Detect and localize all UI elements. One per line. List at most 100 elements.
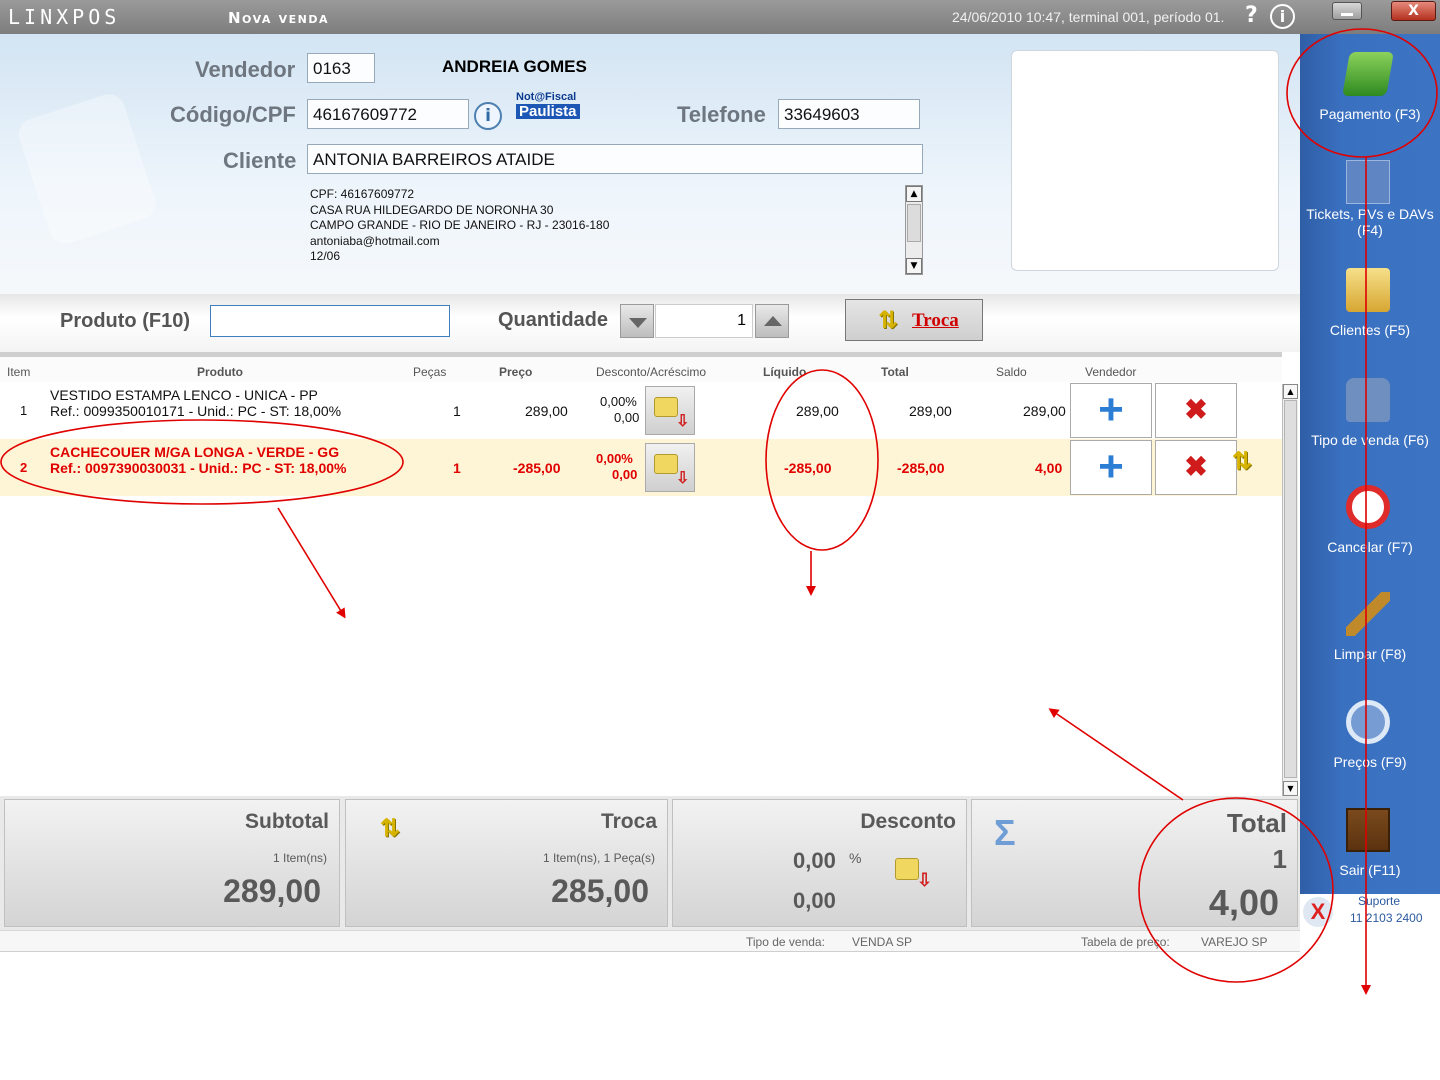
sidebar-item-label: Tipo de venda (F6): [1311, 432, 1429, 448]
scroll-thumb[interactable]: [907, 204, 921, 242]
action-sidebar: Pagamento (F3) Tickets, PVs e DAVs (F4) …: [1300, 34, 1440, 894]
sidebar-item-limpar[interactable]: Limpar (F8): [1300, 584, 1440, 689]
sale-type-label: Tipo de venda:: [746, 935, 825, 949]
folder-icon: [654, 397, 678, 417]
row-discount-button[interactable]: ⇩: [645, 386, 695, 435]
scroll-up-icon[interactable]: ▲: [906, 186, 922, 202]
client-detail-cpf: CPF: 46167609772: [310, 187, 415, 201]
grand-total-value: 4,00: [1208, 882, 1279, 923]
linx-logo-icon: X: [1303, 897, 1333, 927]
grid-header: Item Produto Peças Preço Desconto/Acrésc…: [0, 352, 1282, 382]
tickets-icon: [1346, 160, 1390, 204]
items-grid: Item Produto Peças Preço Desconto/Acrésc…: [0, 352, 1300, 796]
col-produto: Produto: [197, 365, 243, 379]
row-add-seller-button[interactable]: +: [1070, 383, 1152, 438]
grand-total-label: Total: [1226, 808, 1287, 838]
col-desconto: Desconto/Acréscimo: [596, 365, 707, 379]
grand-total-box: Σ Total 1 4,00: [971, 799, 1298, 927]
subtotal-items: 1 Item(ns): [272, 851, 327, 865]
scroll-up-icon[interactable]: ▲: [1283, 384, 1298, 399]
client-label: Cliente: [223, 148, 297, 173]
sidebar-item-clientes[interactable]: Clientes (F5): [1300, 260, 1440, 365]
row-product-desc: VESTIDO ESTAMPA LENCO - UNICA - PP: [50, 387, 318, 403]
nfp-logo-bottom: Paulista: [516, 104, 580, 119]
sale-type-value: VENDA SP: [852, 935, 913, 949]
exchange-icon: ⇅: [380, 815, 401, 842]
product-input[interactable]: [210, 305, 450, 337]
phone-label: Telefone: [677, 102, 766, 127]
product-label: Produto (F10): [60, 310, 190, 332]
quantity-label: Quantidade: [498, 309, 609, 331]
row-total: -285,00: [897, 460, 945, 476]
sidebar-item-label: Limpar (F8): [1333, 646, 1407, 662]
down-arrow-icon: ⇩: [676, 470, 690, 487]
sidebar-item-label: Clientes (F5): [1329, 322, 1411, 338]
row-discount-pct: 0,00%: [596, 451, 633, 466]
totals-bar: Subtotal 1 Item(ns) 289,00 ⇅ Troca 1 Ite…: [0, 796, 1300, 930]
client-details-scrollbar[interactable]: ▲ ▼: [905, 185, 923, 275]
terminal-status: 24/06/2010 10:47, terminal 001, período …: [952, 9, 1225, 25]
row-delete-button[interactable]: ✖: [1155, 383, 1237, 438]
discount-button[interactable]: ⇩: [891, 850, 937, 896]
row-item-number: 1: [20, 403, 28, 418]
client-details: CPF: 46167609772 CASA RUA HILDEGARDO DE …: [310, 187, 900, 277]
row-preco: -285,00: [513, 460, 561, 476]
sidebar-item-tipo-venda[interactable]: Tipo de venda (F6): [1300, 370, 1440, 475]
row-add-seller-button[interactable]: +: [1070, 440, 1152, 495]
exchange-icon: ⇅: [1232, 448, 1253, 475]
discount-value: 0,00: [793, 888, 836, 913]
price-search-icon: [1346, 700, 1390, 744]
close-button[interactable]: X: [1391, 1, 1436, 21]
table-row[interactable]: 1 VESTIDO ESTAMPA LENCO - UNICA - PP Ref…: [0, 382, 1282, 439]
sidebar-item-precos[interactable]: Preços (F9): [1300, 692, 1440, 797]
customer-panel: Vendedor 0163 ANDREIA GOMES Código/CPF 4…: [0, 34, 1300, 294]
troca-button[interactable]: ⇅ Troca: [845, 299, 983, 341]
help-icon[interactable]: ?: [1245, 3, 1258, 28]
table-row[interactable]: 2 CACHECOUER M/GA LONGA - VERDE - GG Ref…: [0, 439, 1282, 496]
row-discount-button[interactable]: ⇩: [645, 443, 695, 492]
subtotal-box: Subtotal 1 Item(ns) 289,00: [4, 799, 340, 927]
col-vendedor: Vendedor: [1085, 365, 1137, 379]
client-detail-email: antoniaba@hotmail.com: [310, 233, 440, 248]
row-delete-button[interactable]: ✖: [1155, 440, 1237, 495]
cpf-field[interactable]: 46167609772: [307, 99, 469, 129]
quantity-increase-button[interactable]: [755, 304, 789, 338]
phone-field[interactable]: 33649603: [778, 99, 920, 129]
sidebar-item-pagamento[interactable]: Pagamento (F3): [1300, 44, 1440, 149]
support-label: Suporte: [1358, 894, 1401, 908]
exchange-icon: ⇅: [878, 306, 899, 334]
sidebar-item-sair[interactable]: Sair (F11): [1300, 800, 1440, 905]
title-bar: LINXPOS Nova venda 24/06/2010 10:47, ter…: [0, 0, 1440, 34]
scroll-down-icon[interactable]: ▼: [906, 258, 922, 274]
troca-total-value: 285,00: [551, 873, 649, 909]
quantity-input[interactable]: 1: [655, 304, 753, 338]
clients-icon: [1346, 268, 1390, 312]
screen-title: Nova venda: [228, 9, 329, 27]
col-total: Total: [881, 365, 909, 379]
minimize-button[interactable]: [1332, 2, 1362, 20]
info-icon[interactable]: i: [1270, 4, 1295, 29]
row-discount-value: 0,00: [612, 467, 638, 482]
support-info: X Suporte 11 2103 2400: [1300, 894, 1440, 930]
sidebar-item-tickets[interactable]: Tickets, PVs e DAVs (F4): [1300, 152, 1440, 257]
quantity-decrease-button[interactable]: [620, 304, 654, 338]
nota-fiscal-paulista-logo: Not@Fiscal Paulista: [516, 91, 580, 123]
sidebar-item-cancelar[interactable]: Cancelar (F7): [1300, 477, 1440, 582]
product-entry-bar: Produto (F10) Quantidade 1 ⇅ Troca: [0, 294, 1300, 352]
info-button[interactable]: i: [474, 102, 502, 130]
row-total: 289,00: [909, 403, 952, 419]
scroll-thumb[interactable]: [1284, 400, 1297, 778]
client-field[interactable]: ANTONIA BARREIROS ATAIDE: [307, 144, 923, 174]
row-pecas: 1: [453, 460, 461, 476]
scroll-down-icon[interactable]: ▼: [1283, 781, 1298, 796]
subtotal-value: 289,00: [223, 873, 321, 909]
row-saldo: 4,00: [1035, 460, 1063, 476]
seller-name: ANDREIA GOMES: [442, 57, 587, 76]
support-phone: 11 2103 2400: [1350, 911, 1423, 925]
broom-icon: [1346, 592, 1390, 636]
grid-scrollbar[interactable]: ▲ ▼: [1282, 384, 1298, 796]
sidebar-item-label: Cancelar (F7): [1327, 539, 1413, 555]
discount-label: Desconto: [860, 810, 956, 833]
seller-code-field[interactable]: 0163: [307, 53, 375, 83]
client-detail-date: 12/06: [310, 249, 341, 263]
